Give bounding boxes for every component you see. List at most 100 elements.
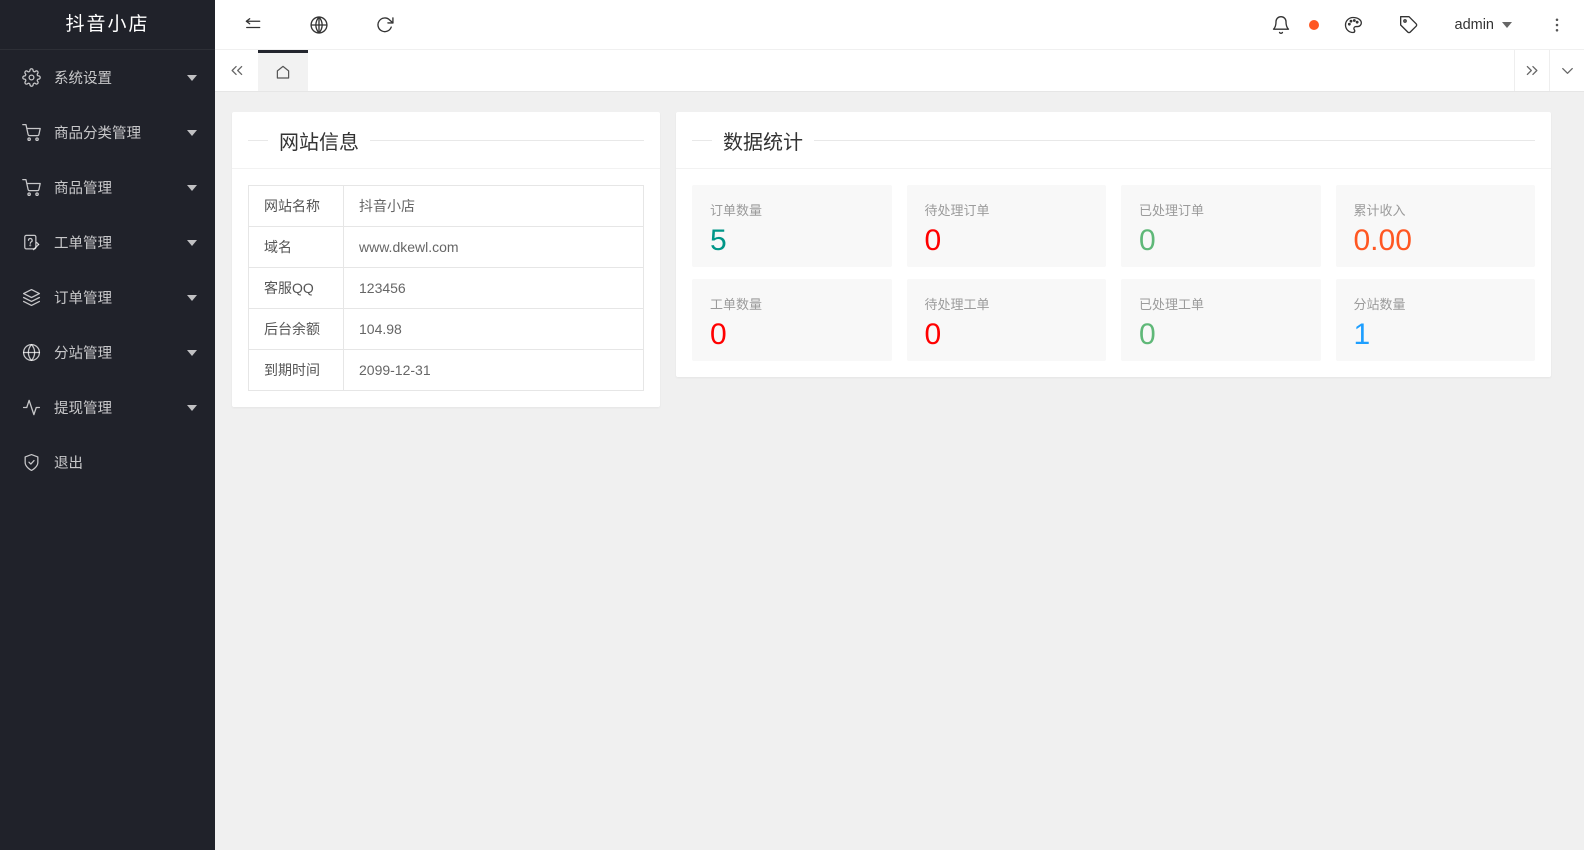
sidebar-item-product-category[interactable]: 商品分类管理: [0, 105, 215, 160]
stats-card-header: 数据统计: [676, 112, 1551, 169]
stat-label: 已处理订单: [1139, 200, 1303, 219]
tab-home[interactable]: [258, 50, 308, 91]
stat-pending-orders: 待处理订单 0: [907, 185, 1107, 267]
notification-dot-icon: [1309, 20, 1319, 30]
sidebar-item-label: 商品分类管理: [54, 122, 187, 143]
info-value: 123456: [344, 268, 644, 309]
more-options-button[interactable]: [1530, 0, 1584, 49]
cart-icon: [22, 123, 41, 142]
sidebar-item-label: 订单管理: [54, 287, 187, 308]
stat-processed-orders: 已处理订单 0: [1121, 185, 1321, 267]
sidebar-item-label: 提现管理: [54, 397, 187, 418]
legend-line: [248, 140, 268, 141]
sidebar-item-system-settings[interactable]: 系统设置: [0, 50, 215, 105]
main-column: admin: [215, 0, 1584, 850]
shield-check-icon: [22, 453, 41, 472]
info-label: 后台余额: [249, 309, 344, 350]
scroll-tabs-right-button[interactable]: [1514, 50, 1549, 91]
sidebar-item-withdrawal-management[interactable]: 提现管理: [0, 380, 215, 435]
stat-label: 累计收入: [1354, 200, 1518, 219]
palette-icon: [1343, 15, 1363, 35]
info-label: 客服QQ: [249, 268, 344, 309]
username: admin: [1455, 17, 1495, 33]
bell-icon: [1271, 15, 1291, 35]
info-label: 域名: [249, 227, 344, 268]
stats-grid: 订单数量 5 待处理订单 0 已处理订单 0 累计收入: [692, 185, 1535, 361]
stat-value: 0: [710, 318, 874, 351]
stats-title: 数据统计: [712, 126, 814, 155]
stat-substation-count: 分站数量 1: [1336, 279, 1536, 361]
tag-button[interactable]: [1381, 0, 1437, 49]
stat-total-income: 累计收入 0.00: [1336, 185, 1536, 267]
stat-label: 订单数量: [710, 200, 874, 219]
table-row: 后台余额 104.98: [249, 309, 644, 350]
stat-value: 0: [925, 224, 1089, 257]
cart-icon: [22, 178, 41, 197]
website-home-button[interactable]: [291, 0, 347, 49]
chevrons-left-icon: [227, 61, 246, 80]
sidebar-item-work-order[interactable]: 工单管理: [0, 215, 215, 270]
stat-label: 工单数量: [710, 294, 874, 313]
content-area: 网站信息 网站名称 抖音小店 域名 www.dkewl.com: [215, 92, 1584, 850]
chevron-down-icon: [187, 405, 197, 411]
collapse-sidebar-icon: [243, 15, 263, 35]
chevron-down-icon: [1558, 61, 1577, 80]
refresh-button[interactable]: [357, 0, 413, 49]
stat-label: 分站数量: [1354, 294, 1518, 313]
user-menu[interactable]: admin: [1437, 0, 1531, 49]
notification-dot: [1309, 0, 1325, 49]
chevron-down-icon: [187, 350, 197, 356]
sidebar-nav: 系统设置 商品分类管理 商品管理 工单管理 订单管理: [0, 50, 215, 850]
stat-label: 待处理工单: [925, 294, 1089, 313]
home-icon: [274, 63, 292, 81]
stat-value: 0.00: [1354, 224, 1518, 257]
notifications-button[interactable]: [1253, 0, 1309, 49]
stat-value: 0: [925, 318, 1089, 351]
chevron-down-icon: [187, 185, 197, 191]
tab-strip-spacer: [308, 50, 1514, 91]
app-root: 抖音小店 系统设置 商品分类管理 商品管理 工单管理: [0, 0, 1584, 850]
top-header: admin: [215, 0, 1584, 50]
site-info-card-body: 网站名称 抖音小店 域名 www.dkewl.com 客服QQ 123456: [232, 169, 660, 407]
chevron-down-icon: [187, 240, 197, 246]
site-info-card: 网站信息 网站名称 抖音小店 域名 www.dkewl.com: [232, 112, 660, 407]
more-vertical-icon: [1548, 16, 1566, 34]
stat-label: 待处理订单: [925, 200, 1089, 219]
info-value: 2099-12-31: [344, 350, 644, 391]
info-label: 网站名称: [249, 186, 344, 227]
chevron-down-icon: [187, 75, 197, 81]
stat-processed-workorders: 已处理工单 0: [1121, 279, 1321, 361]
collapse-sidebar-button[interactable]: [225, 0, 281, 49]
legend-line: [692, 140, 712, 141]
sidebar-item-substation-management[interactable]: 分站管理: [0, 325, 215, 380]
info-value: www.dkewl.com: [344, 227, 644, 268]
work-order-form-icon: [22, 233, 41, 252]
stat-value: 5: [710, 224, 874, 257]
app-logo[interactable]: 抖音小店: [0, 0, 215, 50]
info-value: 104.98: [344, 309, 644, 350]
table-row: 客服QQ 123456: [249, 268, 644, 309]
sidebar-item-label: 商品管理: [54, 177, 187, 198]
table-row: 域名 www.dkewl.com: [249, 227, 644, 268]
sidebar-item-product-management[interactable]: 商品管理: [0, 160, 215, 215]
sidebar-item-order-management[interactable]: 订单管理: [0, 270, 215, 325]
tab-bar-right-controls: [1514, 50, 1584, 91]
stat-workorder-count: 工单数量 0: [692, 279, 892, 361]
sidebar-item-logout[interactable]: 退出: [0, 435, 215, 490]
pulse-icon: [22, 398, 41, 417]
stat-label: 已处理工单: [1139, 294, 1303, 313]
legend-line: [814, 140, 1535, 141]
scroll-tabs-left-button[interactable]: [215, 50, 258, 91]
info-value: 抖音小店: [344, 186, 644, 227]
header-right-actions: admin: [1253, 0, 1584, 49]
theme-button[interactable]: [1325, 0, 1381, 49]
tab-options-button[interactable]: [1549, 50, 1584, 91]
sidebar-item-label: 系统设置: [54, 67, 187, 88]
globe-icon: [22, 343, 41, 362]
chevron-down-icon: [187, 295, 197, 301]
gear-icon: [22, 68, 41, 87]
tab-bar: [215, 50, 1584, 92]
header-left-actions: [215, 0, 413, 49]
stat-value: 1: [1354, 318, 1518, 351]
sidebar-item-label: 分站管理: [54, 342, 187, 363]
